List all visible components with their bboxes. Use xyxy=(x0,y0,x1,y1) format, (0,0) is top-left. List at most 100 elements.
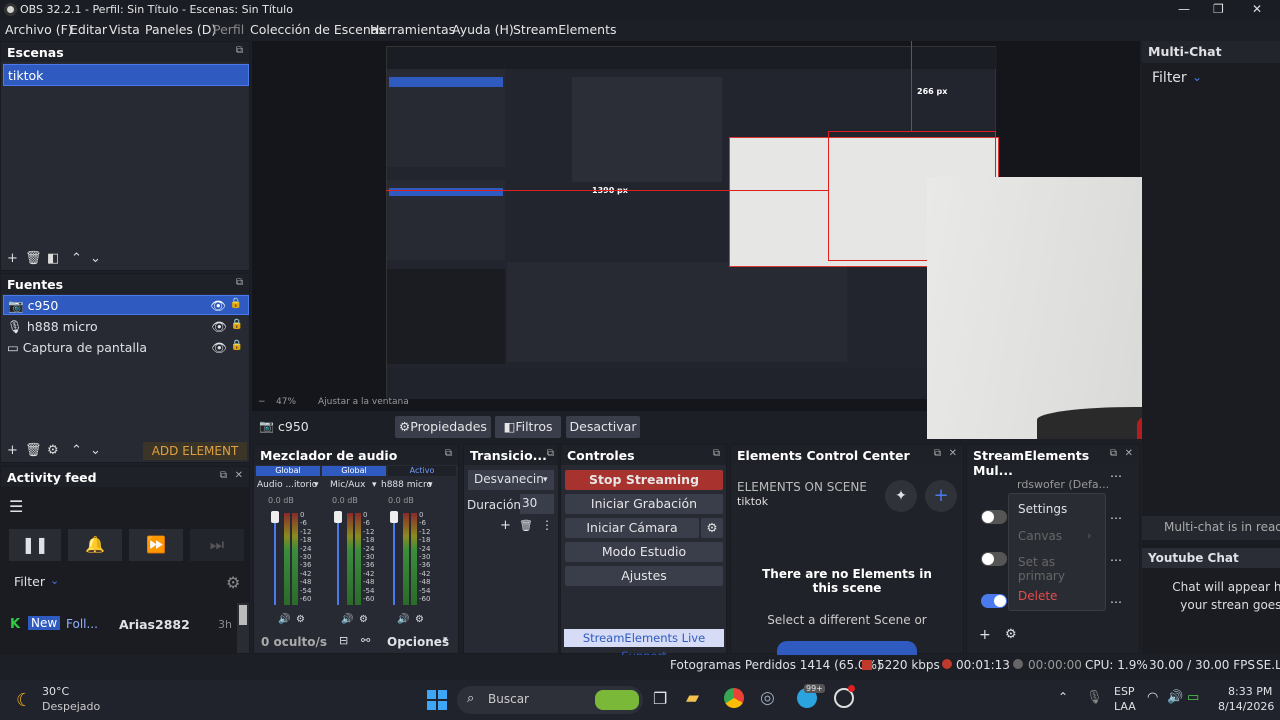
virtual-camera-button[interactable]: Iniciar Cámara Virtual xyxy=(565,518,699,555)
lock-icon[interactable]: 🔒 xyxy=(231,340,243,351)
more-icon[interactable]: ⋯ xyxy=(1110,511,1122,525)
lock-icon[interactable]: 🔒 xyxy=(231,319,243,330)
maximize-icon[interactable]: ❐ xyxy=(1213,2,1224,16)
volume-slider[interactable] xyxy=(337,513,339,605)
more-icon[interactable]: ⋯ xyxy=(1110,595,1122,609)
minimize-icon[interactable]: — xyxy=(1178,2,1190,16)
weather-temp[interactable]: 30°C xyxy=(42,685,69,698)
bell-button[interactable]: 🔔 xyxy=(68,529,122,561)
add-icon[interactable]: + xyxy=(7,251,18,266)
sparkle-button[interactable]: ✦ xyxy=(885,480,917,512)
chevron-down-icon[interactable]: ⌄ xyxy=(90,443,101,458)
chevron-down-icon[interactable]: ▾ xyxy=(543,475,548,485)
float-icon[interactable]: ⧉ xyxy=(713,448,720,459)
float-icon[interactable]: ⧉ xyxy=(445,448,452,459)
gear-icon[interactable]: ⚙ xyxy=(226,573,240,592)
menu-set-primary[interactable]: Set as primary xyxy=(1018,555,1105,583)
settings-button[interactable]: Ajustes xyxy=(565,566,723,586)
menu-vista[interactable]: Vista xyxy=(109,22,140,37)
mic-icon[interactable]: 🎙 xyxy=(1086,690,1103,705)
preview-area[interactable]: 1390 px 266 px − 47% Ajustar a la ventan… xyxy=(252,41,1280,439)
studio-mode-button[interactable]: Modo Estudio xyxy=(565,542,723,562)
float-icon[interactable]: ⧉ xyxy=(547,448,554,459)
stop-streaming-button[interactable]: Stop Streaming xyxy=(565,470,723,490)
menu-herramientas[interactable]: Herramientas xyxy=(370,22,455,37)
chevron-up-icon[interactable]: ⌃ xyxy=(1058,690,1068,704)
slider-handle[interactable] xyxy=(334,511,342,523)
steam-icon[interactable]: ◎ xyxy=(760,688,775,708)
battery-icon[interactable]: ▭ xyxy=(1187,690,1199,705)
menu-perfil[interactable]: Perfil xyxy=(213,22,244,37)
wifi-icon[interactable]: ◠ xyxy=(1147,690,1158,705)
menu-streamelements[interactable]: StreamElements xyxy=(513,22,617,37)
chevron-down-icon[interactable]: ⌄ xyxy=(1192,70,1202,84)
add-icon[interactable]: + xyxy=(500,518,511,533)
speaker-icon[interactable]: 🔊 xyxy=(1167,690,1183,705)
properties-button[interactable]: ⚙Propiedades xyxy=(395,416,491,438)
dropdown-icon[interactable]: ▾ xyxy=(372,480,377,490)
float-icon[interactable]: ⧉ xyxy=(934,448,941,459)
menu-ayuda[interactable]: Ayuda (H) xyxy=(452,22,514,37)
chevron-down-icon[interactable]: ⌄ xyxy=(50,574,59,587)
menu-coleccion[interactable]: Colección de Escenas xyxy=(250,22,385,37)
volume-slider[interactable] xyxy=(393,513,395,605)
chevron-up-icon[interactable]: ⌃ xyxy=(71,251,82,266)
eye-icon[interactable]: 👁 xyxy=(210,298,226,314)
float-icon[interactable]: ⧉ xyxy=(1110,448,1117,459)
live-support-button[interactable]: StreamElements Live Support xyxy=(564,629,724,663)
deactivate-button[interactable]: Desactivar xyxy=(566,416,640,438)
speaker-icon[interactable]: 🔊 xyxy=(341,614,353,625)
more-icon[interactable]: ⋯ xyxy=(1110,469,1122,483)
filters-button[interactable]: ◧Filtros xyxy=(495,416,561,438)
dropdown-icon[interactable]: ▾ xyxy=(443,635,448,645)
volume-slider[interactable] xyxy=(274,513,276,605)
multichat-filter[interactable]: Filter xyxy=(1152,70,1187,86)
transition-select[interactable]: Desvanecin xyxy=(468,470,554,490)
taskbar-search[interactable]: ⌕ Buscar xyxy=(457,686,643,714)
add-element-icon-button[interactable]: + xyxy=(925,480,957,512)
slider-handle[interactable] xyxy=(271,511,279,523)
add-element-button[interactable]: ADD ELEMENT xyxy=(143,442,247,460)
close-icon[interactable]: ✕ xyxy=(1252,2,1262,16)
chevron-down-icon[interactable]: ⌄ xyxy=(90,251,101,266)
clock-date[interactable]: 8/14/2026 xyxy=(1218,700,1274,713)
folder-icon[interactable]: ▰ xyxy=(686,688,699,708)
slider-handle[interactable] xyxy=(390,511,398,523)
dropdown-icon[interactable]: ▾ xyxy=(428,480,433,490)
scrollbar[interactable] xyxy=(237,603,249,653)
close-icon[interactable]: ✕ xyxy=(1125,448,1133,459)
gear-icon[interactable]: ⚙ xyxy=(359,614,368,625)
activity-filter[interactable]: Filter xyxy=(14,574,45,589)
chevron-up-icon[interactable]: ⌃ xyxy=(71,443,82,458)
filter-icon[interactable]: ◧ xyxy=(47,251,59,266)
speaker-icon[interactable]: 🔊 xyxy=(278,614,290,625)
gear-icon[interactable]: ⚙ xyxy=(1005,627,1017,642)
task-view-icon[interactable]: ❐ xyxy=(653,689,667,708)
fit-window[interactable]: Ajustar a la ventana xyxy=(318,397,409,407)
duration-input[interactable]: 30 xyxy=(520,494,554,514)
float-icon[interactable]: ⧉ xyxy=(236,45,243,56)
source-item-c950[interactable]: 📷 c950 👁 🔒 xyxy=(3,295,249,315)
float-icon[interactable]: ⧉ xyxy=(236,277,243,288)
virtual-camera-settings-button[interactable]: ⚙ xyxy=(701,518,723,538)
options-button[interactable]: Opciones xyxy=(387,635,449,649)
hamburger-icon[interactable]: ☰ xyxy=(9,497,23,516)
more-icon[interactable]: ⋮ xyxy=(541,518,553,532)
eye-icon[interactable]: 👁 xyxy=(211,319,227,335)
add-icon[interactable]: + xyxy=(7,443,18,458)
gear-icon[interactable]: ⚙ xyxy=(415,614,424,625)
ecc-action-button[interactable] xyxy=(777,641,917,655)
language-secondary[interactable]: LAA xyxy=(1114,700,1136,713)
clock-time[interactable]: 8:33 PM xyxy=(1228,685,1272,698)
menu-archivo[interactable]: Archivo (F) xyxy=(5,22,73,37)
add-icon[interactable]: + xyxy=(979,627,991,643)
skip-button[interactable]: ⏩ xyxy=(129,529,183,561)
trash-icon[interactable]: 🗑 xyxy=(25,443,42,458)
source-item-screen[interactable]: ▭ Captura de pantalla 👁 🔒 xyxy=(3,338,249,358)
menu-paneles[interactable]: Paneles (D) xyxy=(145,22,216,37)
next-button[interactable]: ⏭ xyxy=(190,529,244,561)
trash-icon[interactable]: 🗑 xyxy=(519,519,533,532)
source-item-mic[interactable]: 🎙 h888 micro 👁 🔒 xyxy=(3,317,249,337)
close-icon[interactable]: ✕ xyxy=(949,448,957,459)
lock-icon[interactable]: 🔒 xyxy=(230,298,242,309)
